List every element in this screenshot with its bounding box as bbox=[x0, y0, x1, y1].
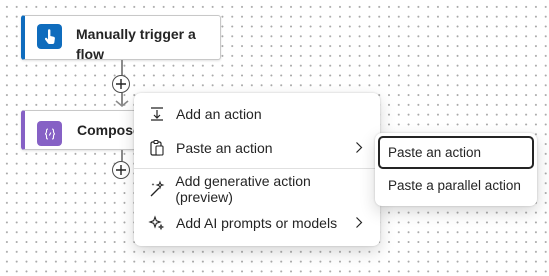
connector-line bbox=[121, 150, 123, 161]
chevron-right-icon bbox=[356, 217, 363, 228]
plus-icon bbox=[116, 165, 126, 175]
menu-divider bbox=[134, 168, 380, 169]
menu-item-label: Add AI prompts or models bbox=[176, 215, 338, 231]
menu-item-paste-action[interactable]: Paste an action bbox=[138, 131, 376, 165]
arrow-down-icon bbox=[115, 100, 129, 108]
paste-icon bbox=[147, 138, 167, 158]
submenu-item-paste-action[interactable]: Paste an action bbox=[378, 136, 534, 169]
menu-item-add-generative-action[interactable]: Add generative action (preview) bbox=[138, 172, 376, 206]
trigger-card[interactable]: Manually trigger a flow bbox=[21, 15, 221, 62]
submenu-item-paste-parallel-action[interactable]: Paste a parallel action bbox=[378, 169, 534, 202]
compose-title: Compose bbox=[77, 122, 141, 138]
submenu-item-label: Paste a parallel action bbox=[388, 178, 521, 193]
add-step-bottom-button[interactable] bbox=[112, 161, 130, 179]
compose-braces-icon bbox=[37, 121, 62, 146]
paste-submenu: Paste an action Paste a parallel action bbox=[375, 133, 537, 206]
plus-icon bbox=[116, 79, 126, 89]
chevron-right-icon bbox=[356, 142, 363, 153]
trigger-title: Manually trigger a flow bbox=[76, 26, 196, 62]
add-step-top-button[interactable] bbox=[112, 75, 130, 93]
sparkle-icon bbox=[147, 213, 167, 233]
submenu-item-label: Paste an action bbox=[388, 145, 482, 160]
menu-item-label: Add an action bbox=[176, 106, 262, 122]
sparkle-wand-icon bbox=[147, 179, 166, 199]
add-action-icon bbox=[147, 104, 167, 124]
menu-item-label: Paste an action bbox=[176, 140, 273, 156]
hand-pointer-icon bbox=[37, 24, 62, 49]
menu-item-add-action[interactable]: Add an action bbox=[138, 97, 376, 131]
connector-line bbox=[121, 60, 123, 75]
context-menu: Add an action Paste an action Add genera… bbox=[134, 93, 380, 246]
compose-card[interactable]: Compose bbox=[21, 110, 151, 150]
menu-item-label: Add generative action (preview) bbox=[175, 173, 311, 205]
menu-item-add-ai-prompts[interactable]: Add AI prompts or models bbox=[138, 206, 376, 240]
